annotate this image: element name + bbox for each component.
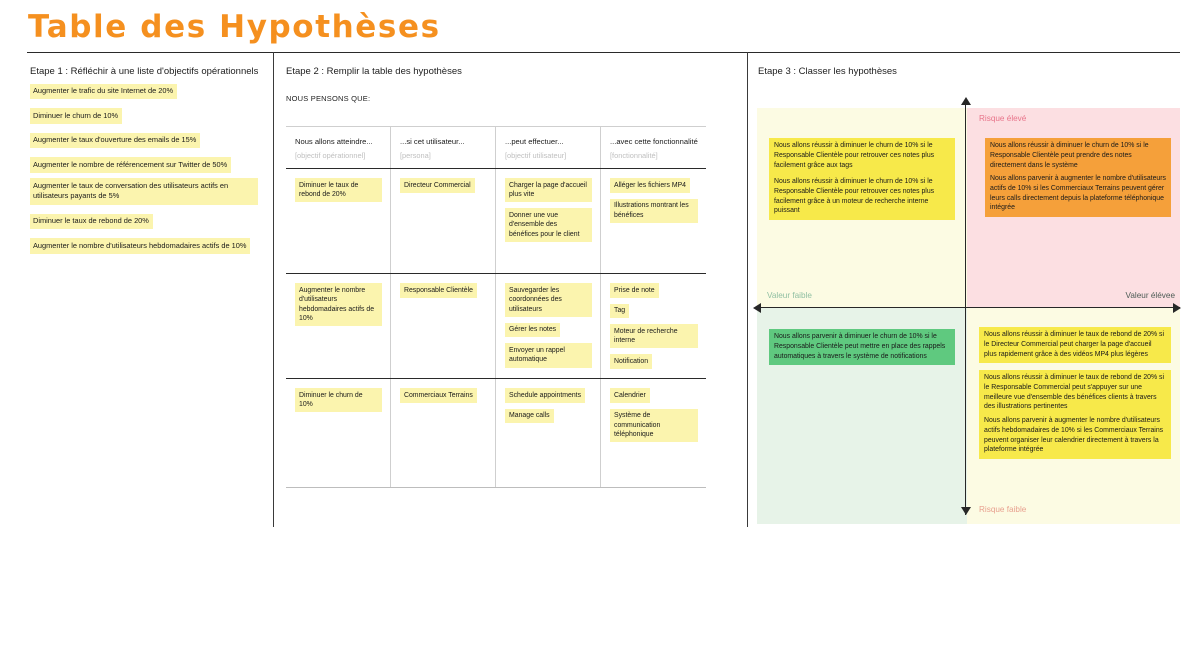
- sticky-note[interactable]: Augmenter le nombre d'utilisateurs hebdo…: [295, 283, 382, 327]
- axis-label-value-high: Valeur élévee: [1125, 291, 1175, 300]
- table-header-cell: ...peut effectuer... [objectif utilisate…: [496, 127, 601, 168]
- sticky-note[interactable]: Manage calls: [505, 408, 554, 424]
- sticky-note[interactable]: Diminuer le churn de 10%: [295, 388, 382, 413]
- sticky-note[interactable]: Prise de note: [610, 283, 659, 298]
- sticky-note[interactable]: Envoyer un rappel automatique: [505, 343, 592, 368]
- axis-label-risk-low: Risque faible: [979, 505, 1027, 514]
- cell-objectif: Diminuer le churn de 10%: [286, 379, 391, 487]
- sticky-note[interactable]: Système de communication téléphonique: [610, 408, 698, 443]
- cell-persona: Directeur Commercial: [391, 169, 496, 273]
- table-header-cell: ...si cet utilisateur... [persona]: [391, 127, 496, 168]
- page-title: Table des Hypothèses: [28, 9, 441, 45]
- step2-heading: Etape 2 : Remplir la table des hypothèse…: [286, 66, 462, 77]
- table-header-cell: ...avec cette fonctionnalité [fonctionna…: [601, 127, 706, 168]
- quadrant-high-risk-low-value: Nous allons réussir à diminuer le churn …: [757, 108, 967, 308]
- goal-item: Diminuer le churn de 10%: [30, 108, 123, 124]
- goal-item: Augmenter le nombre de référencement sur…: [30, 157, 232, 173]
- hypothesis-table-page: Table des Hypothèses Etape 1 : Réfléchir…: [0, 0, 1200, 664]
- cell-persona: Commerciaux Terrains: [391, 379, 496, 487]
- sticky-note[interactable]: Responsable Clientèle: [400, 283, 477, 298]
- cell-objectif: Augmenter le nombre d'utilisateurs hebdo…: [286, 274, 391, 378]
- sticky-note[interactable]: Gérer les notes: [505, 322, 561, 338]
- column-subtitle: [objectif opérationnel]: [295, 151, 366, 160]
- hypothesis-table: Nous allons atteindre... [objectif opéra…: [286, 126, 706, 488]
- sticky-note[interactable]: Diminuer le taux de rebond de 20%: [295, 178, 382, 203]
- cell-objectif: Diminuer le taux de rebond de 20%: [286, 169, 391, 273]
- sticky-note[interactable]: Notification: [610, 354, 653, 369]
- cell-persona: Responsable Clientèle: [391, 274, 496, 378]
- arrow-left-icon: [753, 302, 761, 313]
- column-subtitle: [fonctionnalité]: [610, 151, 658, 160]
- panel-divider-2: [747, 52, 748, 527]
- cell-fonctionnalite: Alléger les fichiers MP4 Illustrations m…: [601, 169, 706, 273]
- sticky-note[interactable]: Illustrations montrant les bénéfices: [610, 198, 698, 223]
- sticky-note[interactable]: Alléger les fichiers MP4: [610, 178, 690, 193]
- sticky-note[interactable]: Calendrier: [610, 388, 650, 403]
- matrix-note[interactable]: Nous allons réussir à diminuer le churn …: [769, 138, 955, 174]
- step2-subheading: NOUS PENSONS QUE:: [286, 94, 371, 103]
- column-subtitle: [objectif utilisateur]: [505, 151, 567, 160]
- sticky-note[interactable]: Commerciaux Terrains: [400, 388, 477, 403]
- matrix-note[interactable]: Nous allons réussir à diminuer le churn …: [985, 138, 1171, 174]
- sticky-note[interactable]: Donner une vue d'ensemble des bénéfices …: [505, 208, 592, 242]
- cell-objectif-utilisateur: Sauvegarder les coordonnées des utilisat…: [496, 274, 601, 378]
- table-row: Diminuer le churn de 10% Commerciaux Ter…: [286, 379, 706, 488]
- matrix-note[interactable]: Nous allons réussir à diminuer le taux d…: [979, 327, 1171, 363]
- table-row: Augmenter le nombre d'utilisateurs hebdo…: [286, 274, 706, 379]
- sticky-note[interactable]: Sauvegarder les coordonnées des utilisat…: [505, 283, 592, 317]
- column-title: Nous allons atteindre...: [295, 137, 373, 146]
- matrix-note[interactable]: Nous allons parvenir à augmenter le nomb…: [985, 171, 1171, 217]
- cell-objectif-utilisateur: Charger la page d'accueil plus vite Donn…: [496, 169, 601, 273]
- goal-item: Augmenter le taux de conversation des ut…: [30, 178, 258, 205]
- arrow-up-icon: [960, 97, 971, 105]
- table-header-row: Nous allons atteindre... [objectif opéra…: [286, 126, 706, 169]
- sticky-note[interactable]: Directeur Commercial: [400, 178, 475, 193]
- column-subtitle: [persona]: [400, 151, 431, 160]
- step3-heading: Etape 3 : Classer les hypothèses: [758, 66, 897, 77]
- goal-item: Augmenter le trafic du site Internet de …: [30, 83, 178, 100]
- table-header-cell: Nous allons atteindre... [objectif opéra…: [286, 127, 391, 168]
- quadrant-low-risk-low-value: Nous allons parvenir à diminuer le churn…: [757, 308, 967, 524]
- axis-label-risk-high: Risque élevé: [979, 114, 1027, 123]
- risk-value-matrix: Nous allons réussir à diminuer le churn …: [753, 97, 1181, 524]
- value-axis-line: [755, 307, 1180, 308]
- goal-item: Diminuer le taux de rebond de 20%: [30, 213, 153, 230]
- column-title: ...avec cette fonctionnalité: [610, 137, 698, 146]
- arrow-right-icon: [1173, 302, 1181, 313]
- matrix-note[interactable]: Nous allons parvenir à augmenter le nomb…: [979, 413, 1171, 459]
- sticky-note[interactable]: Schedule appointments: [505, 388, 586, 403]
- matrix-note[interactable]: Nous allons parvenir à diminuer le churn…: [769, 329, 955, 365]
- cell-fonctionnalite: Prise de note Tag Moteur de recherche in…: [601, 274, 706, 378]
- matrix-note[interactable]: Nous allons réussir à diminuer le churn …: [769, 174, 955, 220]
- goal-item: Augmenter le taux d'ouverture des emails…: [30, 132, 201, 149]
- table-row: Diminuer le taux de rebond de 20% Direct…: [286, 169, 706, 274]
- header-divider: [27, 52, 1180, 53]
- cell-fonctionnalite: Calendrier Système de communication télé…: [601, 379, 706, 487]
- arrow-down-icon: [960, 507, 971, 515]
- step1-heading: Etape 1 : Réfléchir à une liste d'object…: [30, 66, 259, 77]
- sticky-note[interactable]: Moteur de recherche interne: [610, 324, 698, 349]
- column-title: ...si cet utilisateur...: [400, 137, 465, 146]
- panel-divider-1: [273, 52, 274, 527]
- axis-label-value-low: Valeur faible: [767, 291, 812, 300]
- sticky-note[interactable]: Charger la page d'accueil plus vite: [505, 178, 592, 203]
- goal-item: Augmenter le nombre d'utilisateurs hebdo…: [30, 238, 251, 254]
- matrix-note[interactable]: Nous allons réussir à diminuer le taux d…: [979, 370, 1171, 416]
- column-title: ...peut effectuer...: [505, 137, 564, 146]
- sticky-note[interactable]: Tag: [610, 303, 630, 319]
- cell-objectif-utilisateur: Schedule appointments Manage calls: [496, 379, 601, 487]
- step1-goal-list: Augmenter le trafic du site Internet de …: [30, 80, 270, 259]
